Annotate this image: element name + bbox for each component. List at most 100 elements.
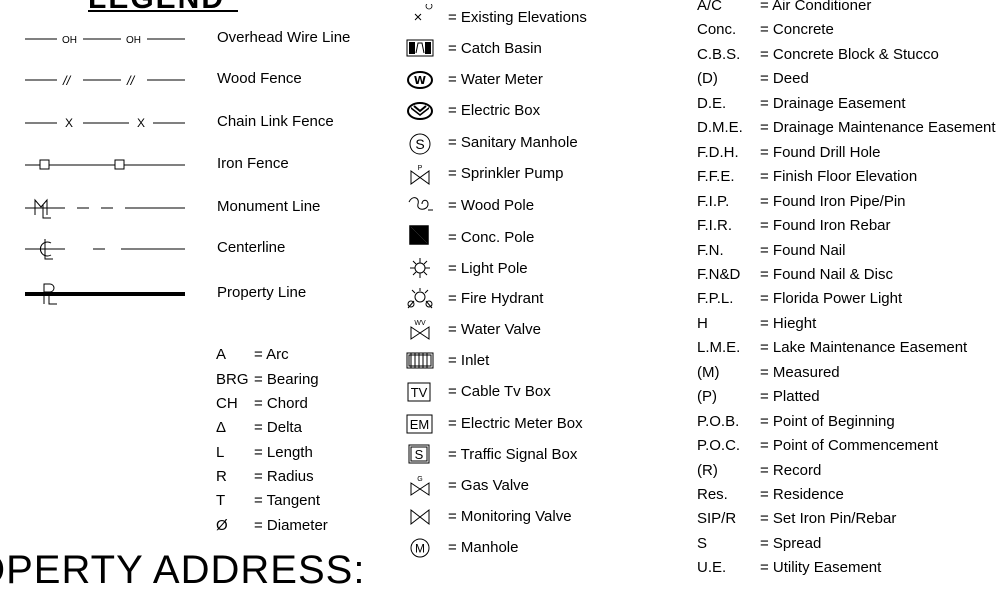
gas-valve-label: = Gas Valve — [448, 477, 530, 494]
svg-text:WV: WV — [414, 320, 426, 327]
curve-abbr-diameter: Ø = Diameter — [216, 517, 328, 534]
abbreviation-key: (P) — [697, 388, 717, 406]
gas-valve-icon: G — [406, 474, 434, 496]
svg-text:G: G — [417, 476, 422, 483]
abbreviation-row: D.E. = Drainage Easement — [697, 95, 906, 112]
abbreviation-row: (D) = Deed — [697, 70, 809, 87]
abbreviation-row: F.I.R. = Found Iron Rebar — [697, 217, 891, 234]
svg-text:OH: OH — [62, 35, 77, 46]
wood-pole-label: = Wood Pole — [448, 197, 535, 214]
abbreviation-key: P.O.B. — [697, 412, 740, 430]
abbreviation-key: U.E. — [697, 559, 727, 577]
electric-box-icon — [406, 100, 434, 122]
abbreviation-row: Conc. = Concrete — [697, 21, 834, 38]
abbreviation-meaning: = Air Conditioner — [760, 0, 872, 14]
svg-text://: // — [126, 73, 136, 88]
abbreviation-key: (M) — [697, 363, 720, 381]
abbreviation-row: (P) = Platted — [697, 388, 820, 405]
abbreviation-meaning: = Point of Commencement — [760, 437, 939, 455]
abbreviation-key: D.E. — [697, 94, 727, 112]
abbreviation-meaning: = Lake Maintenance Easement — [760, 339, 968, 357]
centerline-label: Centerline — [217, 239, 286, 256]
abbreviation-key: Conc. — [697, 21, 737, 39]
abbreviation-row: L.M.E. = Lake Maintenance Easement — [697, 339, 967, 356]
inlet-icon — [406, 350, 434, 372]
property-line-sample — [25, 283, 185, 305]
sanitary-manhole-label: = Sanitary Manhole — [448, 134, 578, 151]
abbreviation-key: F.P.L. — [697, 290, 734, 308]
sprinkler-pump-label: = Sprinkler Pump — [448, 165, 564, 182]
monument-line-sample — [25, 197, 185, 219]
property-line-label: Property Line — [217, 284, 307, 301]
existing-elevations-label: = Existing Elevations — [448, 9, 587, 26]
abbreviation-row: P.O.C. = Point of Commencement — [697, 437, 938, 454]
manhole-label: = Manhole — [448, 539, 519, 556]
abbreviation-meaning: = Found Iron Rebar — [760, 217, 891, 235]
svg-text:X: X — [65, 116, 73, 130]
centerline-sample — [25, 238, 185, 260]
abbreviation-meaning: = Hieght — [760, 314, 817, 332]
curve-abbr-arc: A = Arc — [216, 346, 289, 363]
existing-elevation-icon — [406, 2, 434, 26]
electric-meter-box-label: = Electric Meter Box — [448, 415, 583, 432]
traffic-signal-box-label: = Traffic Signal Box — [448, 446, 578, 463]
manhole-icon: M — [406, 537, 434, 559]
abbreviation-meaning: = Residence — [760, 486, 844, 503]
abbreviation-meaning: = Measured — [760, 363, 840, 381]
svg-text:P: P — [418, 165, 423, 172]
abbreviation-key: Res. — [697, 486, 728, 503]
abbreviation-row: F.D.H. = Found Drill Hole — [697, 144, 880, 161]
water-valve-icon: WV — [406, 318, 434, 340]
svg-text:M: M — [415, 542, 425, 556]
overhead-wire-line-label: Overhead Wire Line — [217, 29, 351, 46]
water-meter-icon: W — [406, 69, 434, 91]
abbreviation-row: (R) = Record — [697, 462, 821, 479]
svg-text:OH: OH — [126, 35, 141, 46]
legend-title: LEGEND — [88, 0, 225, 16]
curve-abbr-radius: R = Radius — [216, 468, 314, 485]
monitoring-valve-label: = Monitoring Valve — [448, 508, 572, 525]
curve-abbr-delta: Δ = Delta — [216, 419, 302, 436]
abbreviation-key: SIP/R — [697, 510, 737, 528]
electric-box-label: = Electric Box — [448, 102, 541, 119]
abbreviation-row: F.F.E. = Finish Floor Elevation — [697, 168, 917, 185]
water-valve-label: = Water Valve — [448, 321, 541, 338]
fire-hydrant-label: = Fire Hydrant — [448, 290, 544, 307]
abbreviation-row: H = Hieght — [697, 315, 816, 332]
catch-basin-icon — [406, 37, 434, 59]
abbreviation-key: A/C — [697, 0, 723, 14]
curve-abbr-bearing: BRG = Bearing — [216, 371, 319, 388]
abbreviation-meaning: = Concrete Block & Stucco — [760, 45, 939, 63]
wood-pole-icon — [406, 195, 434, 217]
abbreviation-key: F.N. — [697, 241, 724, 259]
chain-link-fence-label: Chain Link Fence — [217, 113, 334, 130]
inlet-label: = Inlet — [448, 352, 490, 369]
fire-hydrant-icon — [406, 288, 434, 310]
abbreviation-row: A/C = Air Conditioner — [697, 0, 871, 14]
curve-abbr-length: L = Length — [216, 444, 313, 461]
abbreviation-row: F.N. = Found Nail — [697, 242, 845, 259]
abbreviation-key: F.I.P. — [697, 192, 730, 210]
traffic-signal-box-icon: S — [406, 443, 434, 465]
abbreviation-meaning: = Drainage Easement — [760, 94, 906, 112]
abbreviation-row: C.B.S. = Concrete Block & Stucco — [697, 46, 939, 63]
sanitary-manhole-icon: S — [406, 133, 434, 155]
property-address-heading: OPERTY ADDRESS: — [0, 548, 366, 592]
abbreviation-meaning: = Set Iron Pin/Rebar — [760, 510, 897, 528]
overhead-wire-line-sample: OH OH — [25, 28, 185, 50]
abbreviation-meaning: = Florida Power Light — [760, 290, 903, 308]
abbreviation-key: F.F.E. — [697, 168, 735, 186]
chain-link-fence-sample: X X — [25, 112, 185, 134]
abbreviation-meaning: = Point of Beginning — [760, 412, 895, 430]
svg-text://: // — [62, 73, 72, 88]
svg-text:S: S — [415, 447, 424, 462]
abbreviation-row: SIP/R = Set Iron Pin/Rebar — [697, 510, 896, 527]
abbreviation-key: L.M.E. — [697, 339, 741, 357]
svg-text:W: W — [414, 74, 426, 87]
abbreviation-meaning: = Finish Floor Elevation — [760, 168, 918, 186]
abbreviation-key: F.N&D — [697, 265, 741, 283]
abbreviation-key: F.D.H. — [697, 143, 739, 161]
abbreviation-key: P.O.C. — [697, 437, 741, 455]
cable-tv-box-label: = Cable Tv Box — [448, 383, 551, 400]
light-pole-label: = Light Pole — [448, 260, 528, 277]
